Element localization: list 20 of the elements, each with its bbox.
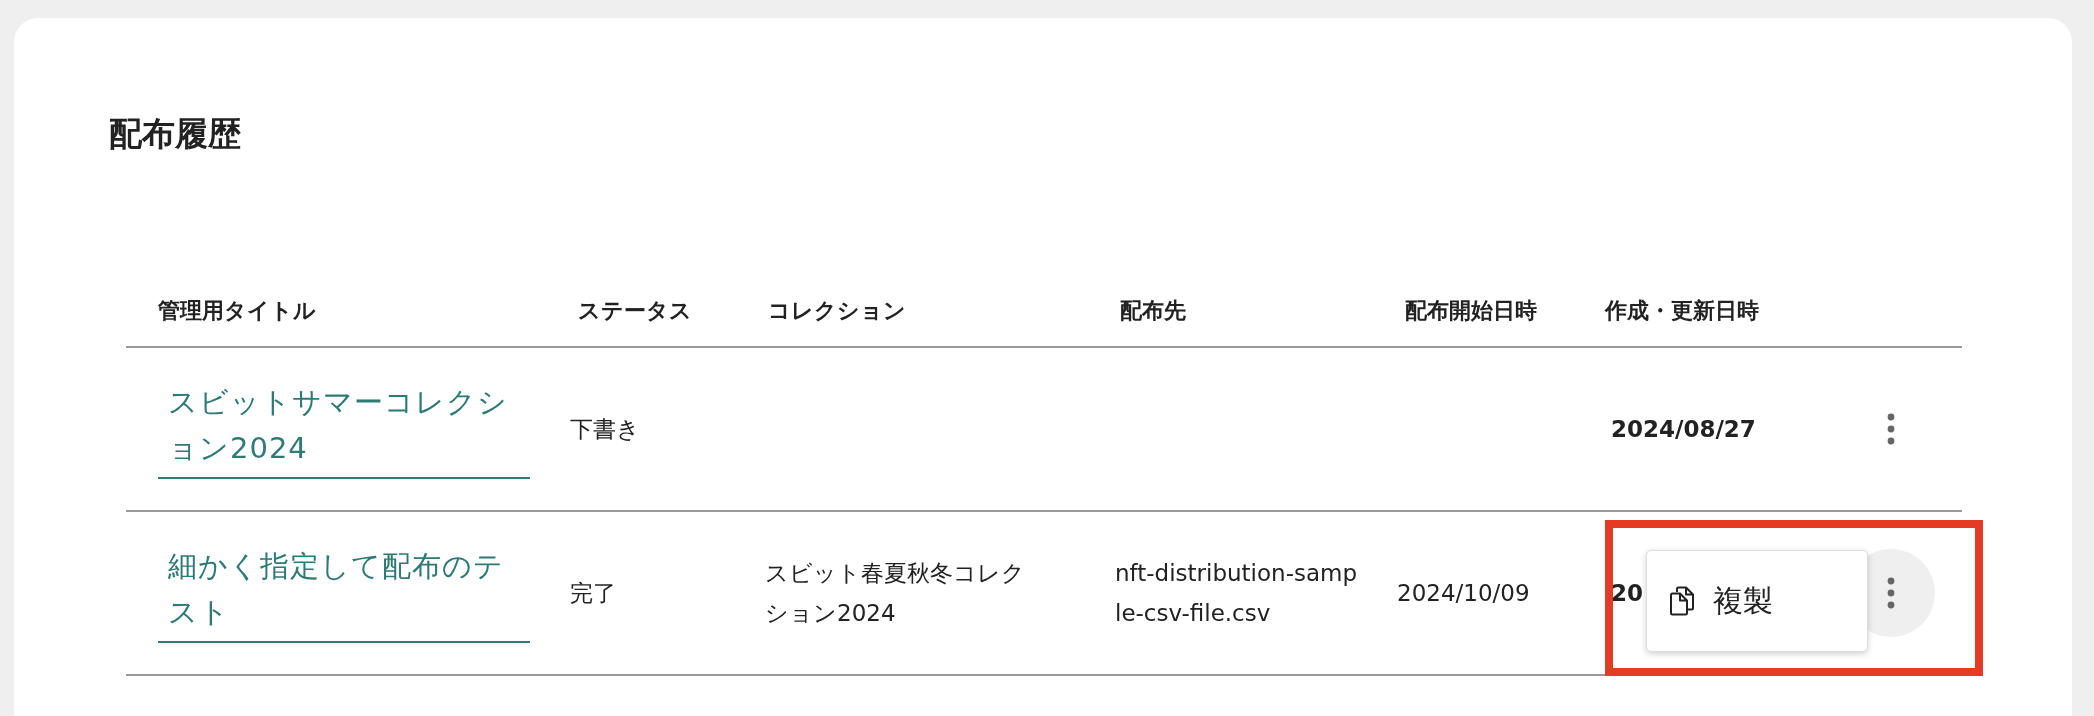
title-link[interactable]: 細かく指定して配布のテスト [158, 543, 530, 643]
column-header: 管理用タイトル [158, 298, 316, 323]
updated-date: 2024/08/27 [1611, 416, 1756, 442]
column-header: コレクション [768, 298, 906, 323]
duplicate-menu-item[interactable]: 複製 [1647, 551, 1867, 651]
column-header: 作成・更新日時 [1605, 298, 1759, 323]
column-header: 配布開始日時 [1405, 298, 1537, 323]
kebab-icon [1887, 577, 1895, 609]
collection-name: スビット春夏秋冬コレクション2024 [765, 559, 1026, 628]
page-title: 配布履歴 [109, 114, 242, 154]
copy-icon [1669, 586, 1695, 616]
column-header: 配布先 [1120, 298, 1186, 323]
status-text: 完了 [570, 580, 616, 606]
start-date: 2024/10/09 [1397, 580, 1530, 606]
title-link[interactable]: スビットサマーコレクション2024 [158, 379, 530, 479]
column-header: ステータス [578, 298, 692, 323]
updated-date: 20 [1611, 580, 1643, 606]
status-text: 下書き [570, 416, 640, 442]
kebab-icon [1887, 413, 1895, 445]
destination-file: nft-distribution-sample-csv-file.csv [1115, 559, 1358, 628]
